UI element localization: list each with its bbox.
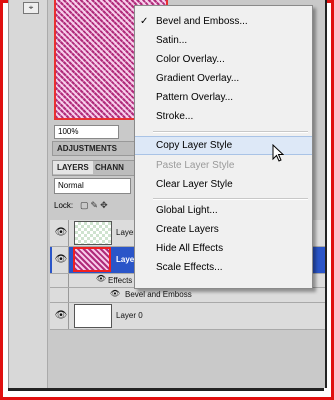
menu-item-create-layers[interactable]: Create Layers	[135, 220, 312, 239]
menu-item-pattern-overlay[interactable]: Pattern Overlay...	[135, 88, 312, 107]
layer-name: Layer 0	[116, 311, 143, 320]
menu-item-satin[interactable]: Satin...	[135, 31, 312, 50]
effect-item-row[interactable]: 👁 Bevel and Emboss	[50, 288, 325, 303]
checkmark-icon: ✓	[140, 16, 149, 27]
menu-separator	[153, 131, 308, 133]
eye-icon[interactable]: 👁	[54, 310, 68, 321]
zoom-field[interactable]: 100%	[54, 125, 119, 139]
lock-icons[interactable]: ▢✎✥	[80, 200, 110, 211]
menu-item-bevel-and-emboss[interactable]: ✓ Bevel and Emboss...	[135, 12, 312, 31]
lock-label: Lock:	[54, 201, 74, 210]
tab-adjustments[interactable]: ADJUSTMENTS	[53, 142, 121, 155]
layer-row[interactable]: 👁 Layer 0	[50, 303, 325, 330]
lock-transparency-icon[interactable]: ▢	[80, 200, 91, 210]
eye-icon[interactable]: 👁	[54, 227, 68, 238]
eye-icon[interactable]: 👁	[94, 274, 108, 283]
tab-layers[interactable]: LAYERS	[53, 161, 93, 174]
blend-mode-select[interactable]: Normal	[54, 178, 131, 194]
tab-channels[interactable]: CHANN	[91, 161, 128, 174]
menu-separator	[153, 198, 308, 200]
menu-item-clear-layer-style[interactable]: Clear Layer Style	[135, 175, 312, 194]
lock-position-icon[interactable]: ✥	[100, 200, 110, 210]
menu-item-scale-effects[interactable]: Scale Effects...	[135, 258, 312, 277]
menu-item-gradient-overlay[interactable]: Gradient Overlay...	[135, 69, 312, 88]
tools-strip: ⌖	[9, 0, 48, 388]
layer-thumbnail	[73, 247, 111, 272]
layer-thumbnail	[74, 304, 112, 328]
menu-item-hide-all-effects[interactable]: Hide All Effects	[135, 239, 312, 258]
effect-item-label: Bevel and Emboss	[125, 290, 192, 299]
effects-label: Effects	[108, 276, 133, 285]
menu-item-copy-layer-style[interactable]: Copy Layer Style	[135, 136, 312, 155]
menu-item-global-light[interactable]: Global Light...	[135, 201, 312, 220]
layer-thumbnail	[74, 221, 112, 245]
menu-item-color-overlay[interactable]: Color Overlay...	[135, 50, 312, 69]
menu-item-paste-layer-style: Paste Layer Style	[156, 160, 235, 171]
panel-toggle-icon[interactable]: ⌖	[23, 2, 39, 14]
window-bottom-edge	[8, 388, 324, 391]
menu-item-stroke[interactable]: Stroke...	[135, 107, 312, 126]
eye-icon[interactable]: 👁	[54, 254, 68, 265]
eye-icon[interactable]: 👁	[108, 289, 122, 298]
layer-name: Layer	[116, 228, 137, 237]
layer-style-context-menu: ✓ Bevel and Emboss... Satin... Color Ove…	[134, 5, 313, 289]
lock-pixels-icon[interactable]: ✎	[91, 200, 101, 210]
mouse-pointer-icon	[272, 144, 284, 162]
